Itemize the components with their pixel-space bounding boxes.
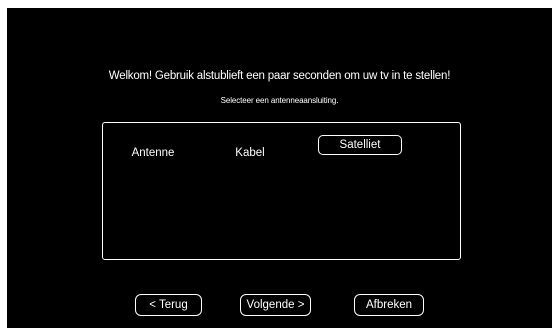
instruction-text: Selecteer een antenneaansluiting. [220, 96, 339, 105]
antenna-options-panel: Antenne Kabel Satelliet [102, 122, 461, 260]
next-button[interactable]: Volgende > [240, 294, 311, 316]
option-kabel[interactable]: Kabel [225, 142, 275, 162]
option-antenne[interactable]: Antenne [125, 142, 181, 162]
option-satelliet[interactable]: Satelliet [318, 135, 402, 155]
welcome-heading: Welkom! Gebruik alstublieft een paar sec… [108, 70, 451, 82]
cancel-button[interactable]: Afbreken [354, 294, 424, 316]
back-button[interactable]: < Terug [135, 294, 202, 316]
tv-setup-screen: Welkom! Gebruik alstublieft een paar sec… [7, 8, 552, 328]
